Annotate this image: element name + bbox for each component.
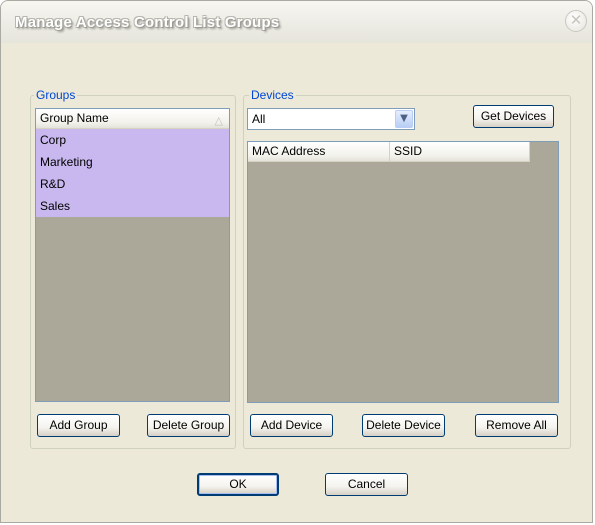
mac-address-column-header[interactable]: MAC Address — [248, 142, 390, 161]
dialog-title: Manage Access Control List Groups — [15, 14, 280, 31]
ok-button[interactable]: OK — [197, 473, 279, 496]
group-name-column-header[interactable]: Group Name △ — [36, 109, 229, 128]
groups-label: Groups — [34, 88, 78, 102]
remove-all-button[interactable]: Remove All — [475, 414, 558, 437]
close-icon: ✕ — [569, 11, 583, 29]
delete-group-button[interactable]: Delete Group — [147, 414, 230, 437]
chevron-down-icon: ▼ — [400, 113, 408, 124]
devices-list[interactable]: MAC Address SSID — [247, 141, 559, 403]
ssid-column-label: SSID — [394, 144, 423, 158]
title-bar[interactable]: Manage Access Control List Groups ✕ — [1, 1, 592, 43]
group-row-label: Sales — [40, 199, 71, 213]
group-row-marketing[interactable]: Marketing — [36, 151, 229, 173]
dialog-window: Manage Access Control List Groups ✕ Grou… — [0, 0, 593, 523]
ssid-column-header[interactable]: SSID — [390, 142, 530, 161]
group-row-label: Corp — [40, 133, 67, 147]
mac-address-column-label: MAC Address — [252, 144, 326, 158]
group-row-sales[interactable]: Sales — [36, 195, 229, 217]
group-row-rnd[interactable]: R&D — [36, 173, 229, 195]
devices-label: Devices — [249, 88, 296, 102]
get-devices-button[interactable]: Get Devices — [473, 105, 554, 128]
devices-filter-value: All — [252, 112, 266, 126]
add-device-button[interactable]: Add Device — [250, 414, 333, 437]
groups-list[interactable]: Group Name △ Corp Marketing R&D Sales — [35, 108, 230, 402]
delete-device-button[interactable]: Delete Device — [362, 414, 445, 437]
cancel-button[interactable]: Cancel — [325, 473, 408, 496]
group-row-corp[interactable]: Corp — [36, 129, 229, 151]
add-group-button[interactable]: Add Group — [37, 414, 120, 437]
group-row-label: Marketing — [40, 155, 93, 169]
group-name-column-label: Group Name — [40, 111, 109, 125]
devices-filter-dropdown[interactable]: All ▼ — [247, 108, 415, 130]
groups-list-header: Group Name △ — [36, 109, 229, 129]
devices-list-header: MAC Address SSID — [248, 142, 530, 162]
group-row-label: R&D — [40, 177, 66, 191]
sort-ascending-icon: △ — [214, 114, 223, 127]
close-button[interactable]: ✕ — [565, 10, 587, 32]
dropdown-arrow-button[interactable]: ▼ — [395, 110, 413, 128]
dialog-body: Groups Group Name △ Corp Marketing R&D S… — [5, 43, 588, 518]
